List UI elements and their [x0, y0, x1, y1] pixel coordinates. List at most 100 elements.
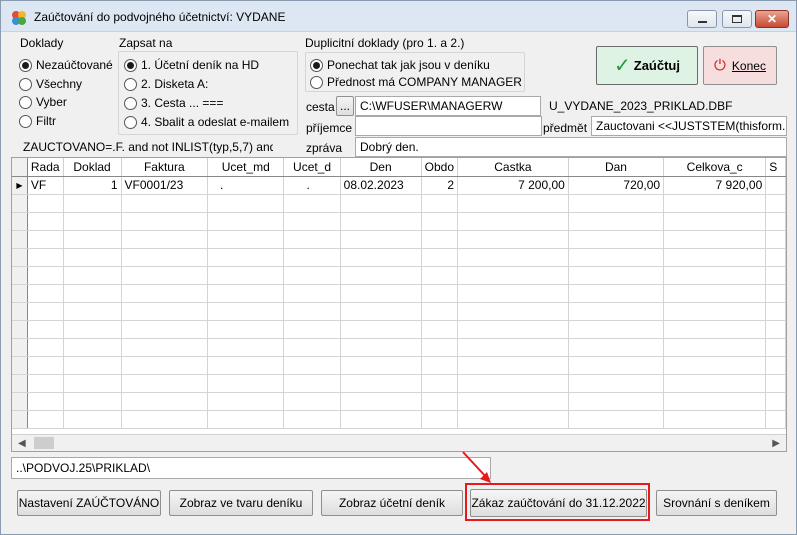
empty-cell[interactable]	[63, 284, 122, 303]
empty-cell[interactable]	[283, 284, 341, 303]
empty-cell[interactable]	[340, 212, 422, 231]
empty-cell[interactable]	[121, 266, 209, 285]
empty-cell[interactable]	[568, 356, 665, 375]
empty-cell[interactable]	[283, 410, 341, 429]
empty-cell[interactable]	[121, 194, 209, 213]
empty-cell[interactable]	[283, 320, 341, 339]
empty-cell[interactable]	[27, 230, 64, 249]
empty-cell[interactable]	[765, 302, 786, 321]
zakaz-zauctovani-button[interactable]: Zákaz zaúčtování do 31.12.2022	[470, 489, 647, 517]
empty-cell[interactable]	[283, 302, 341, 321]
empty-cell[interactable]	[27, 302, 64, 321]
table-row-empty[interactable]	[12, 302, 786, 321]
radio-cesta[interactable]: 3. Cesta ... ===	[124, 95, 223, 111]
empty-cell[interactable]	[340, 248, 422, 267]
empty-cell[interactable]	[63, 248, 122, 267]
empty-cell[interactable]	[27, 356, 64, 375]
empty-cell[interactable]	[421, 248, 459, 267]
empty-cell[interactable]	[283, 212, 341, 231]
empty-cell[interactable]	[421, 320, 459, 339]
column-header[interactable]: Doklad	[63, 158, 122, 177]
empty-cell[interactable]	[421, 212, 459, 231]
empty-cell[interactable]	[207, 284, 285, 303]
zobraz-ucetni-denik-button[interactable]: Zobraz účetní deník	[321, 490, 463, 516]
table-row-empty[interactable]	[12, 410, 786, 429]
empty-cell[interactable]	[457, 230, 569, 249]
empty-cell[interactable]	[421, 338, 459, 357]
horizontal-scrollbar[interactable]: ◀ ▶	[12, 434, 786, 451]
empty-cell[interactable]	[27, 320, 64, 339]
radio-ucetni-denik[interactable]: 1. Účetní deník na HD	[124, 57, 259, 73]
empty-cell[interactable]	[457, 320, 569, 339]
empty-cell[interactable]	[121, 212, 209, 231]
empty-cell[interactable]	[283, 266, 341, 285]
empty-cell[interactable]	[663, 302, 767, 321]
empty-cell[interactable]	[568, 230, 665, 249]
empty-cell[interactable]	[121, 248, 209, 267]
empty-cell[interactable]	[121, 302, 209, 321]
empty-cell[interactable]	[207, 320, 285, 339]
empty-cell[interactable]	[63, 392, 122, 411]
column-header[interactable]: Dan	[568, 158, 665, 177]
radio-filtr[interactable]: Filtr	[19, 113, 56, 129]
empty-cell[interactable]	[765, 266, 786, 285]
empty-cell[interactable]	[663, 194, 767, 213]
empty-cell[interactable]	[663, 338, 767, 357]
empty-cell[interactable]	[421, 302, 459, 321]
empty-cell[interactable]	[457, 302, 569, 321]
column-header[interactable]: Obdo	[421, 158, 459, 177]
empty-cell[interactable]	[457, 356, 569, 375]
empty-cell[interactable]	[457, 194, 569, 213]
empty-cell[interactable]	[121, 320, 209, 339]
empty-cell[interactable]	[63, 374, 122, 393]
empty-cell[interactable]	[283, 248, 341, 267]
empty-cell[interactable]	[63, 320, 122, 339]
empty-cell[interactable]	[63, 212, 122, 231]
empty-cell[interactable]	[340, 374, 422, 393]
empty-cell[interactable]	[765, 410, 786, 429]
zauctuj-button[interactable]: ✓ Zaúčtuj	[596, 46, 698, 85]
empty-cell[interactable]	[421, 194, 459, 213]
cesta-input[interactable]: C:\WFUSER\MANAGERW	[355, 96, 541, 116]
empty-cell[interactable]	[121, 284, 209, 303]
empty-cell[interactable]	[283, 194, 341, 213]
empty-cell[interactable]	[765, 230, 786, 249]
column-header[interactable]: S	[765, 158, 786, 177]
table-row-empty[interactable]	[12, 356, 786, 375]
empty-cell[interactable]	[421, 410, 459, 429]
empty-cell[interactable]	[121, 230, 209, 249]
empty-cell[interactable]	[663, 266, 767, 285]
radio-ponechat[interactable]: Ponechat tak jak jsou v deníku	[310, 57, 490, 73]
column-header[interactable]: Castka	[457, 158, 569, 177]
empty-cell[interactable]	[27, 248, 64, 267]
empty-cell[interactable]	[421, 392, 459, 411]
empty-cell[interactable]	[283, 338, 341, 357]
cell-s[interactable]	[765, 176, 786, 195]
empty-cell[interactable]	[340, 302, 422, 321]
empty-cell[interactable]	[63, 266, 122, 285]
cell-obdo[interactable]: 2	[421, 176, 459, 195]
konec-button[interactable]: ⏻ Konec	[703, 46, 777, 85]
empty-cell[interactable]	[207, 230, 285, 249]
empty-cell[interactable]	[340, 356, 422, 375]
empty-cell[interactable]	[340, 194, 422, 213]
cell-faktura[interactable]: VF0001/23	[121, 176, 209, 195]
predmet-input[interactable]: Zauctovani <<JUSTSTEM(thisform.	[591, 116, 787, 136]
empty-cell[interactable]	[663, 320, 767, 339]
empty-cell[interactable]	[765, 284, 786, 303]
empty-cell[interactable]	[283, 230, 341, 249]
title-bar[interactable]: Zaúčtování do podvojného účetnictví: VYD…	[1, 1, 796, 32]
table-row[interactable]: ▶ VF 1 VF0001/23 . . 08.02.2023 2 7 200,…	[12, 176, 786, 195]
maximize-button[interactable]	[722, 10, 752, 28]
empty-cell[interactable]	[207, 194, 285, 213]
empty-cell[interactable]	[765, 194, 786, 213]
empty-cell[interactable]	[27, 212, 64, 231]
table-row-empty[interactable]	[12, 248, 786, 267]
close-button[interactable]: ✕	[755, 10, 789, 28]
empty-cell[interactable]	[457, 248, 569, 267]
empty-cell[interactable]	[568, 284, 665, 303]
empty-cell[interactable]	[340, 320, 422, 339]
empty-cell[interactable]	[63, 410, 122, 429]
empty-cell[interactable]	[765, 212, 786, 231]
empty-cell[interactable]	[568, 410, 665, 429]
